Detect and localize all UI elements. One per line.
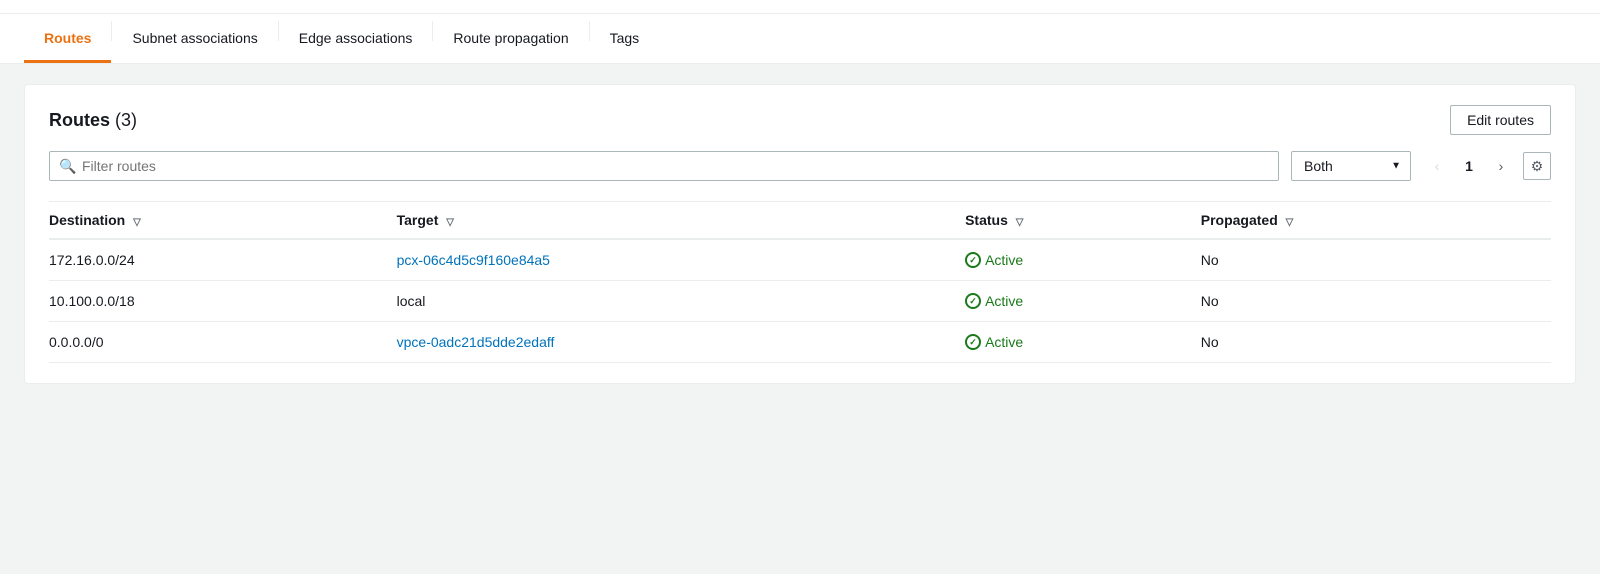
panel-header: Routes (3) Edit routes <box>49 105 1551 135</box>
col-propagated-label: Propagated <box>1201 212 1278 228</box>
table-row: 10.100.0.0/18local✓Active No <box>49 281 1551 322</box>
status-text: Active <box>985 334 1023 350</box>
pagination-prev-button[interactable]: ‹ <box>1423 152 1451 180</box>
col-status-sort-icon[interactable]: ▽ <box>1016 217 1024 228</box>
pagination-next-button[interactable]: › <box>1487 152 1515 180</box>
col-propagated-sort-icon[interactable]: ▽ <box>1286 217 1294 228</box>
content-area: Routes (3) Edit routes 🔍 Both IPv4 IPv6 <box>0 64 1600 404</box>
status-check-icon: ✓ <box>965 293 981 309</box>
cell-status: ✓Active <box>965 281 1201 322</box>
table-settings-button[interactable]: ⚙ <box>1523 152 1551 180</box>
search-container: 🔍 <box>49 151 1279 181</box>
col-target-sort-icon[interactable]: ▽ <box>446 217 454 228</box>
tab-subnet-associations[interactable]: Subnet associations <box>112 14 277 63</box>
page-wrapper: Routes Subnet associations Edge associat… <box>0 0 1600 574</box>
tab-edge-associations[interactable]: Edge associations <box>279 14 433 63</box>
dropdown-wrapper: Both IPv4 IPv6 ▼ <box>1291 151 1411 181</box>
col-header-status: Status ▽ <box>965 202 1201 240</box>
table-row: 0.0.0.0/0vpce-0adc21d5dde2edaff ✓Active No <box>49 322 1551 363</box>
cell-propagated: No <box>1201 281 1551 322</box>
tab-tags[interactable]: Tags <box>590 14 660 63</box>
pagination-page-number: 1 <box>1459 158 1479 174</box>
col-status-label: Status <box>965 212 1008 228</box>
col-destination-sort-icon[interactable]: ▽ <box>133 217 141 228</box>
status-text: Active <box>985 293 1023 309</box>
top-bar <box>0 0 1600 14</box>
panel-title-text: Routes <box>49 110 110 130</box>
cell-target[interactable]: pcx-06c4d5c9f160e84a5 <box>397 239 965 281</box>
filter-bar: 🔍 Both IPv4 IPv6 ▼ ‹ 1 › ⚙ <box>49 151 1551 181</box>
tabs-container: Routes Subnet associations Edge associat… <box>0 14 1600 64</box>
status-check-icon: ✓ <box>965 252 981 268</box>
table-header-row: Destination ▽ Target ▽ Status ▽ Propag <box>49 202 1551 240</box>
pagination: ‹ 1 › ⚙ <box>1423 152 1551 180</box>
edit-routes-button[interactable]: Edit routes <box>1450 105 1551 135</box>
status-badge: ✓Active <box>965 252 1189 268</box>
status-badge: ✓Active <box>965 334 1189 350</box>
cell-status: ✓Active <box>965 322 1201 363</box>
cell-status: ✓Active <box>965 239 1201 281</box>
routes-panel: Routes (3) Edit routes 🔍 Both IPv4 IPv6 <box>24 84 1576 384</box>
tab-route-propagation[interactable]: Route propagation <box>433 14 588 63</box>
cell-destination: 10.100.0.0/18 <box>49 281 397 322</box>
tab-routes[interactable]: Routes <box>24 14 111 63</box>
status-check-icon: ✓ <box>965 334 981 350</box>
cell-destination: 0.0.0.0/0 <box>49 322 397 363</box>
cell-propagated: No <box>1201 239 1551 281</box>
cell-destination: 172.16.0.0/24 <box>49 239 397 281</box>
col-target-label: Target <box>397 212 439 228</box>
table-row: 172.16.0.0/24pcx-06c4d5c9f160e84a5 ✓Activ… <box>49 239 1551 281</box>
status-badge: ✓Active <box>965 293 1189 309</box>
target-link[interactable]: pcx-06c4d5c9f160e84a5 <box>397 252 550 268</box>
target-link[interactable]: vpce-0adc21d5dde2edaff <box>397 334 555 350</box>
status-text: Active <box>985 252 1023 268</box>
cell-target[interactable]: vpce-0adc21d5dde2edaff <box>397 322 965 363</box>
filter-input[interactable] <box>49 151 1279 181</box>
col-destination-label: Destination <box>49 212 125 228</box>
filter-dropdown[interactable]: Both IPv4 IPv6 <box>1291 151 1411 181</box>
panel-count-value: (3) <box>115 110 137 130</box>
col-header-destination: Destination ▽ <box>49 202 397 240</box>
routes-table: Destination ▽ Target ▽ Status ▽ Propag <box>49 201 1551 363</box>
col-header-propagated: Propagated ▽ <box>1201 202 1551 240</box>
panel-title: Routes (3) <box>49 110 137 131</box>
col-header-target: Target ▽ <box>397 202 965 240</box>
cell-target: local <box>397 281 965 322</box>
cell-propagated: No <box>1201 322 1551 363</box>
